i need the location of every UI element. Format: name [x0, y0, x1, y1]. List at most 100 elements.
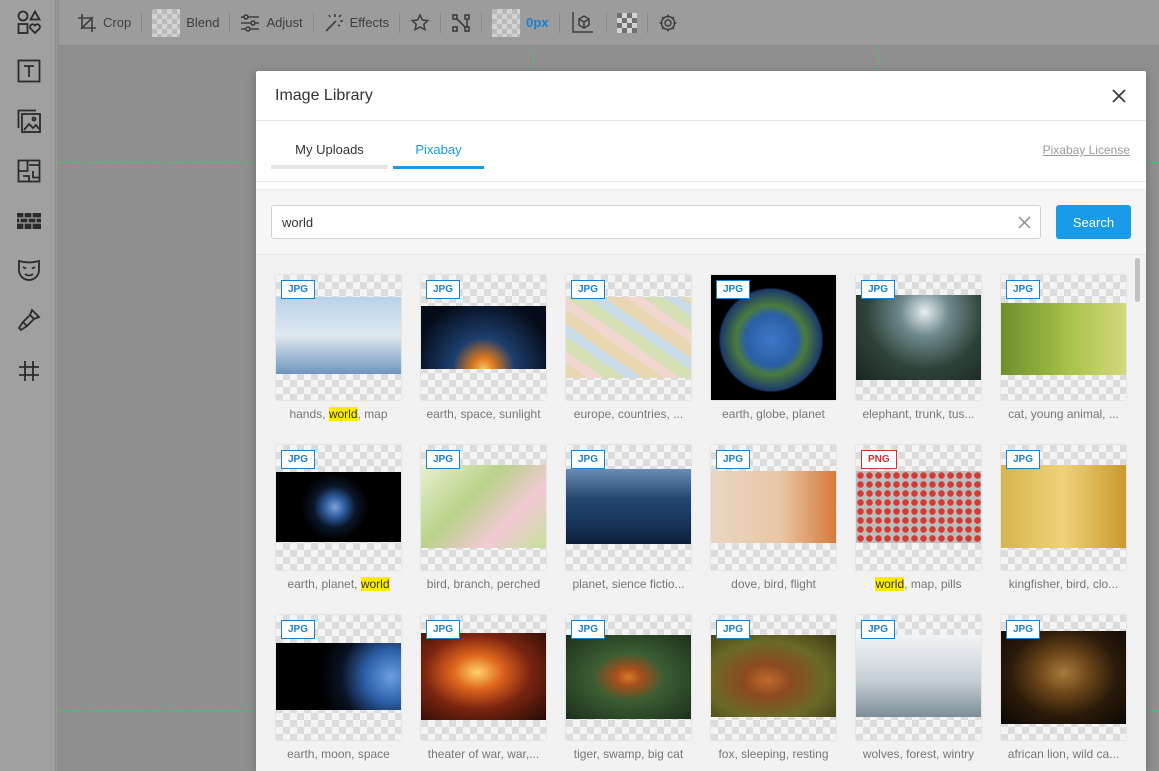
- image-preview: [276, 643, 401, 710]
- favorite-button[interactable]: [402, 0, 438, 46]
- tab-pixabay[interactable]: Pixabay: [393, 140, 484, 169]
- image-thumbnail[interactable]: JPG: [276, 445, 401, 570]
- modal-header: Image Library: [256, 71, 1146, 121]
- image-preview: [856, 635, 981, 717]
- blend-button[interactable]: Blend: [144, 0, 227, 46]
- image-thumbnail[interactable]: JPG: [1001, 615, 1126, 740]
- padding-button[interactable]: 0px: [484, 0, 556, 46]
- image-thumbnail[interactable]: JPG: [421, 615, 546, 740]
- image-thumbnail[interactable]: JPG: [711, 615, 836, 740]
- crop-button[interactable]: Crop: [69, 0, 139, 46]
- image-thumbnail[interactable]: JPG: [566, 615, 691, 740]
- image-preview: [566, 469, 691, 544]
- image-card[interactable]: JPG kingfisher, bird, clo...: [1001, 445, 1126, 591]
- file-type-badge: JPG: [281, 450, 316, 469]
- caption-text: theater of war, war,...: [427, 747, 540, 761]
- image-card[interactable]: JPG elephant, trunk, tus...: [856, 275, 981, 421]
- image-thumbnail[interactable]: JPG: [856, 615, 981, 740]
- texture-icon[interactable]: [13, 205, 45, 237]
- search-term-highlight: world: [328, 407, 358, 421]
- close-button[interactable]: [1109, 86, 1129, 106]
- image-card[interactable]: JPG earth, moon, space: [276, 615, 401, 761]
- vector-button[interactable]: [443, 0, 479, 46]
- image-card[interactable]: JPG planet, sience fictio...: [566, 445, 691, 591]
- file-type-badge: JPG: [716, 450, 751, 469]
- source-tabs: My Uploads Pixabay Pixabay License: [256, 121, 1146, 182]
- clear-search-button[interactable]: [1017, 215, 1031, 229]
- image-thumbnail[interactable]: PNG: [856, 445, 981, 570]
- image-card[interactable]: JPG cat, young animal, ...: [1001, 275, 1126, 421]
- image-thumbnail[interactable]: JPG: [421, 275, 546, 400]
- effects-label: Effects: [349, 15, 390, 30]
- search-input[interactable]: [282, 214, 1002, 230]
- settings-button[interactable]: [650, 0, 686, 46]
- image-thumbnail[interactable]: JPG: [856, 275, 981, 400]
- image-preview: [421, 306, 546, 369]
- brush-icon[interactable]: [13, 304, 45, 336]
- caption-text: wolves, forest, wintry: [862, 747, 975, 761]
- pixabay-license-link[interactable]: Pixabay License: [1043, 143, 1130, 157]
- image-results-grid: JPG hands, world, map JPG earth, space, sun…: [256, 255, 1146, 771]
- caption-text: , map: [357, 407, 388, 421]
- effects-button[interactable]: Effects: [316, 0, 398, 46]
- image-preview: [566, 635, 691, 719]
- image-caption: world, map, pills: [856, 577, 981, 591]
- transparency-button[interactable]: [609, 0, 645, 46]
- toolbar-divider: [558, 12, 560, 33]
- image-thumbnail[interactable]: JPG: [421, 445, 546, 570]
- file-type-badge: JPG: [861, 620, 896, 639]
- text-icon[interactable]: [13, 55, 45, 87]
- image-thumbnail[interactable]: JPG: [1001, 275, 1126, 400]
- image-thumbnail[interactable]: JPG: [711, 275, 836, 400]
- caption-text: cat, young animal, ...: [1008, 407, 1119, 421]
- image-card[interactable]: JPG tiger, swamp, big cat: [566, 615, 691, 761]
- results-scrollbar[interactable]: [1135, 258, 1140, 302]
- image-card[interactable]: JPG earth, planet, world: [276, 445, 401, 591]
- image-caption: cat, young animal, ...: [1001, 407, 1126, 421]
- frames-icon[interactable]: [13, 155, 45, 187]
- image-caption: tiger, swamp, big cat: [566, 747, 691, 761]
- image-thumbnail[interactable]: JPG: [276, 615, 401, 740]
- image-card[interactable]: JPG bird, branch, perched: [421, 445, 546, 591]
- caption-text: earth, moon, space: [287, 747, 390, 761]
- search-button[interactable]: Search: [1056, 205, 1131, 239]
- image-card[interactable]: JPG europe, countries, ...: [566, 275, 691, 421]
- vector-nodes-icon: [452, 13, 470, 32]
- image-thumbnail[interactable]: JPG: [566, 445, 691, 570]
- close-icon: [1112, 89, 1126, 103]
- adjust-button[interactable]: Adjust: [232, 0, 310, 46]
- file-type-badge: JPG: [571, 450, 606, 469]
- mask-icon[interactable]: [13, 254, 45, 286]
- image-library-icon[interactable]: [13, 105, 45, 137]
- tab-my-uploads[interactable]: My Uploads: [271, 140, 388, 169]
- search-term-highlight: world: [875, 577, 905, 591]
- image-thumbnail[interactable]: JPG: [276, 275, 401, 400]
- image-card[interactable]: JPG earth, globe, planet: [711, 275, 836, 421]
- file-type-badge: JPG: [571, 280, 606, 299]
- image-card[interactable]: JPG hands, world, map: [276, 275, 401, 421]
- image-preview: [856, 295, 981, 380]
- shapes-icon[interactable]: [13, 6, 45, 38]
- 3d-button[interactable]: [562, 0, 604, 46]
- image-thumbnail[interactable]: JPG: [566, 275, 691, 400]
- image-card[interactable]: JPG african lion, wild ca...: [1001, 615, 1126, 761]
- image-card[interactable]: JPG dove, bird, flight: [711, 445, 836, 591]
- file-type-badge: JPG: [1006, 280, 1041, 299]
- file-type-badge: JPG: [426, 280, 461, 299]
- caption-text: earth, planet,: [287, 577, 361, 591]
- image-card[interactable]: JPG theater of war, war,...: [421, 615, 546, 761]
- image-thumbnail[interactable]: JPG: [1001, 445, 1126, 570]
- star-icon: [410, 12, 430, 31]
- image-card[interactable]: PNG world, map, pills: [856, 445, 981, 591]
- image-thumbnail[interactable]: JPG: [711, 445, 836, 570]
- image-caption: earth, planet, world: [276, 577, 401, 591]
- image-card[interactable]: JPG wolves, forest, wintry: [856, 615, 981, 761]
- caption-text: african lion, wild ca...: [1007, 747, 1120, 761]
- padding-value: 0px: [526, 15, 549, 30]
- file-type-badge: JPG: [571, 620, 606, 639]
- image-card[interactable]: JPG earth, space, sunlight: [421, 275, 546, 421]
- image-card[interactable]: JPG fox, sleeping, resting: [711, 615, 836, 761]
- grid-icon[interactable]: [13, 355, 45, 387]
- blend-label: Blend: [186, 15, 220, 30]
- image-caption: theater of war, war,...: [421, 747, 546, 761]
